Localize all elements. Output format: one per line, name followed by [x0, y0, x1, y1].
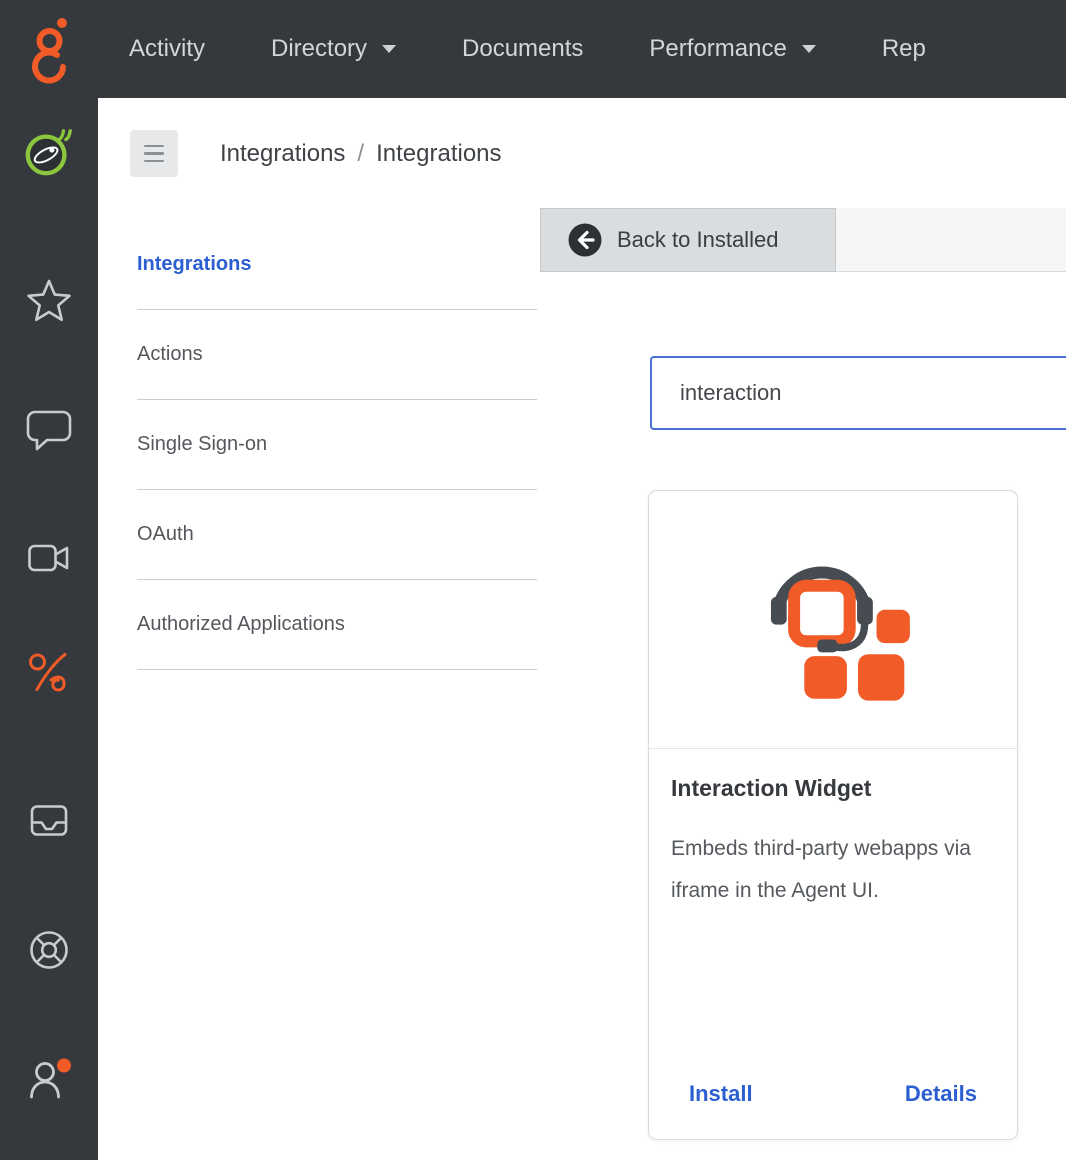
- nav-label: Performance: [649, 35, 787, 62]
- card-body: Interaction Widget Embeds third-party we…: [649, 749, 1017, 912]
- integration-search-input[interactable]: [650, 356, 1066, 430]
- back-to-installed-button[interactable]: Back to Installed: [540, 208, 836, 272]
- inbox-icon[interactable]: [26, 797, 72, 843]
- settings-menu: Integrations Actions Single Sign-on OAut…: [137, 220, 537, 670]
- menu-item-integrations[interactable]: Integrations: [137, 220, 537, 310]
- integrations-panel: Back to Installed interaction Interactio…: [540, 208, 1066, 1160]
- card-footer: Install Details: [689, 1081, 977, 1107]
- nav-item-performance[interactable]: Performance: [649, 35, 816, 63]
- menu-toggle-button[interactable]: [130, 130, 178, 177]
- profile-status-icon[interactable]: [26, 1055, 74, 1103]
- nav-item-activity[interactable]: Activity: [129, 35, 205, 63]
- brand-logo: [0, 0, 98, 98]
- chat-icon[interactable]: [26, 405, 72, 451]
- nav-label: Directory: [271, 35, 368, 62]
- menu-item-authorized-applications[interactable]: Authorized Applications: [137, 580, 537, 670]
- install-link[interactable]: Install: [689, 1081, 753, 1107]
- menu-item-single-sign-on[interactable]: Single Sign-on: [137, 400, 537, 490]
- caret-down-icon: [382, 45, 397, 53]
- top-nav: Activity Directory Documents Performance…: [98, 0, 1066, 98]
- genesys-logo-icon: [32, 18, 67, 84]
- star-icon[interactable]: [26, 277, 72, 323]
- card-description: Embeds third-party webapps via iframe in…: [671, 837, 971, 902]
- breadcrumb-separator: /: [357, 139, 365, 167]
- interactions-icon[interactable]: [26, 649, 72, 695]
- main-content: Integrations / Integrations Integrations…: [98, 98, 1066, 1160]
- nav-item-documents[interactable]: Documents: [462, 35, 583, 63]
- breadcrumb-item[interactable]: Integrations: [376, 140, 501, 168]
- nav-item-reports[interactable]: Rep: [882, 35, 926, 63]
- card-media: [649, 491, 1017, 749]
- top-bar: Activity Directory Documents Performance…: [0, 0, 1066, 98]
- back-button-label: Back to Installed: [617, 227, 779, 252]
- nav-item-directory[interactable]: Directory: [271, 35, 397, 63]
- menu-item-oauth[interactable]: OAuth: [137, 490, 537, 580]
- nav-label: Documents: [462, 35, 584, 62]
- integration-card: Interaction Widget Embeds third-party we…: [648, 490, 1018, 1140]
- page: Activity Directory Documents Performance…: [0, 0, 1066, 1160]
- icon-rail: [0, 98, 98, 1160]
- breadcrumb: Integrations / Integrations: [220, 130, 502, 177]
- support-wheel-icon[interactable]: [26, 927, 72, 973]
- card-title: Interaction Widget: [671, 775, 872, 801]
- hamburger-icon: [144, 144, 164, 148]
- breadcrumb-item[interactable]: Integrations: [220, 140, 345, 168]
- interaction-widget-icon: [770, 566, 910, 701]
- menu-item-actions[interactable]: Actions: [137, 310, 537, 400]
- caret-down-icon: [801, 45, 816, 53]
- arrow-left-circle-icon: [568, 223, 602, 257]
- nav-label: Activity: [129, 35, 206, 62]
- details-link[interactable]: Details: [905, 1081, 977, 1107]
- app-logo-icon[interactable]: [22, 126, 76, 180]
- video-camera-icon[interactable]: [26, 535, 72, 581]
- nav-label: Rep: [881, 35, 926, 62]
